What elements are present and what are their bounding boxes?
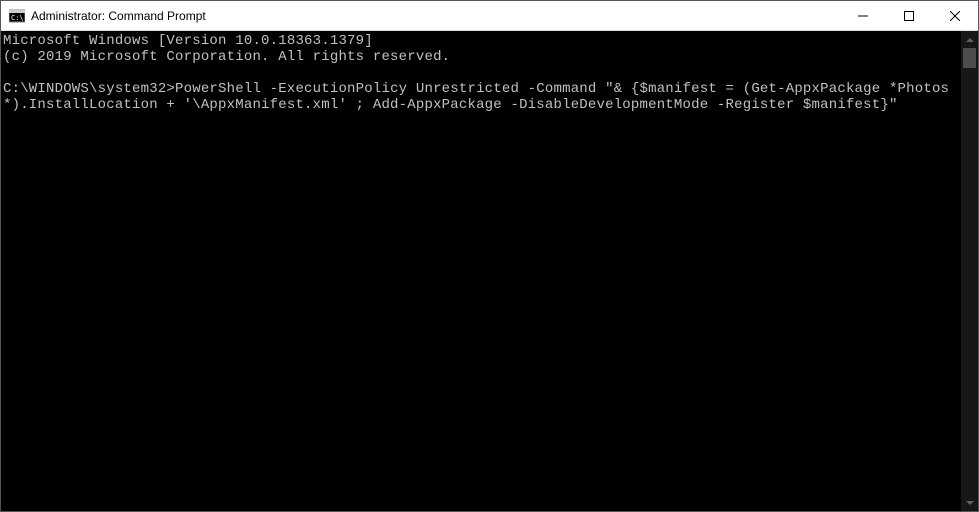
scroll-thumb[interactable] bbox=[963, 48, 976, 68]
minimize-button[interactable] bbox=[840, 1, 886, 30]
titlebar[interactable]: C:\ Administrator: Command Prompt bbox=[1, 1, 978, 31]
command-prompt-window: C:\ Administrator: Command Prompt Micros… bbox=[0, 0, 979, 512]
window-controls bbox=[840, 1, 978, 30]
console-area[interactable]: Microsoft Windows [Version 10.0.18363.13… bbox=[1, 31, 978, 511]
cmd-icon: C:\ bbox=[9, 8, 25, 24]
titlebar-title: Administrator: Command Prompt bbox=[31, 9, 840, 23]
scroll-down-arrow[interactable] bbox=[961, 494, 978, 511]
console-line: Microsoft Windows [Version 10.0.18363.13… bbox=[3, 33, 373, 49]
scroll-up-arrow[interactable] bbox=[961, 31, 978, 48]
console-line: (c) 2019 Microsoft Corporation. All righ… bbox=[3, 49, 450, 65]
svg-text:C:\: C:\ bbox=[11, 14, 24, 22]
maximize-button[interactable] bbox=[886, 1, 932, 30]
vertical-scrollbar[interactable] bbox=[961, 31, 978, 511]
console-output[interactable]: Microsoft Windows [Version 10.0.18363.13… bbox=[1, 31, 961, 511]
close-button[interactable] bbox=[932, 1, 978, 30]
console-prompt: C:\WINDOWS\system32> bbox=[3, 81, 175, 97]
scroll-track[interactable] bbox=[961, 48, 978, 494]
